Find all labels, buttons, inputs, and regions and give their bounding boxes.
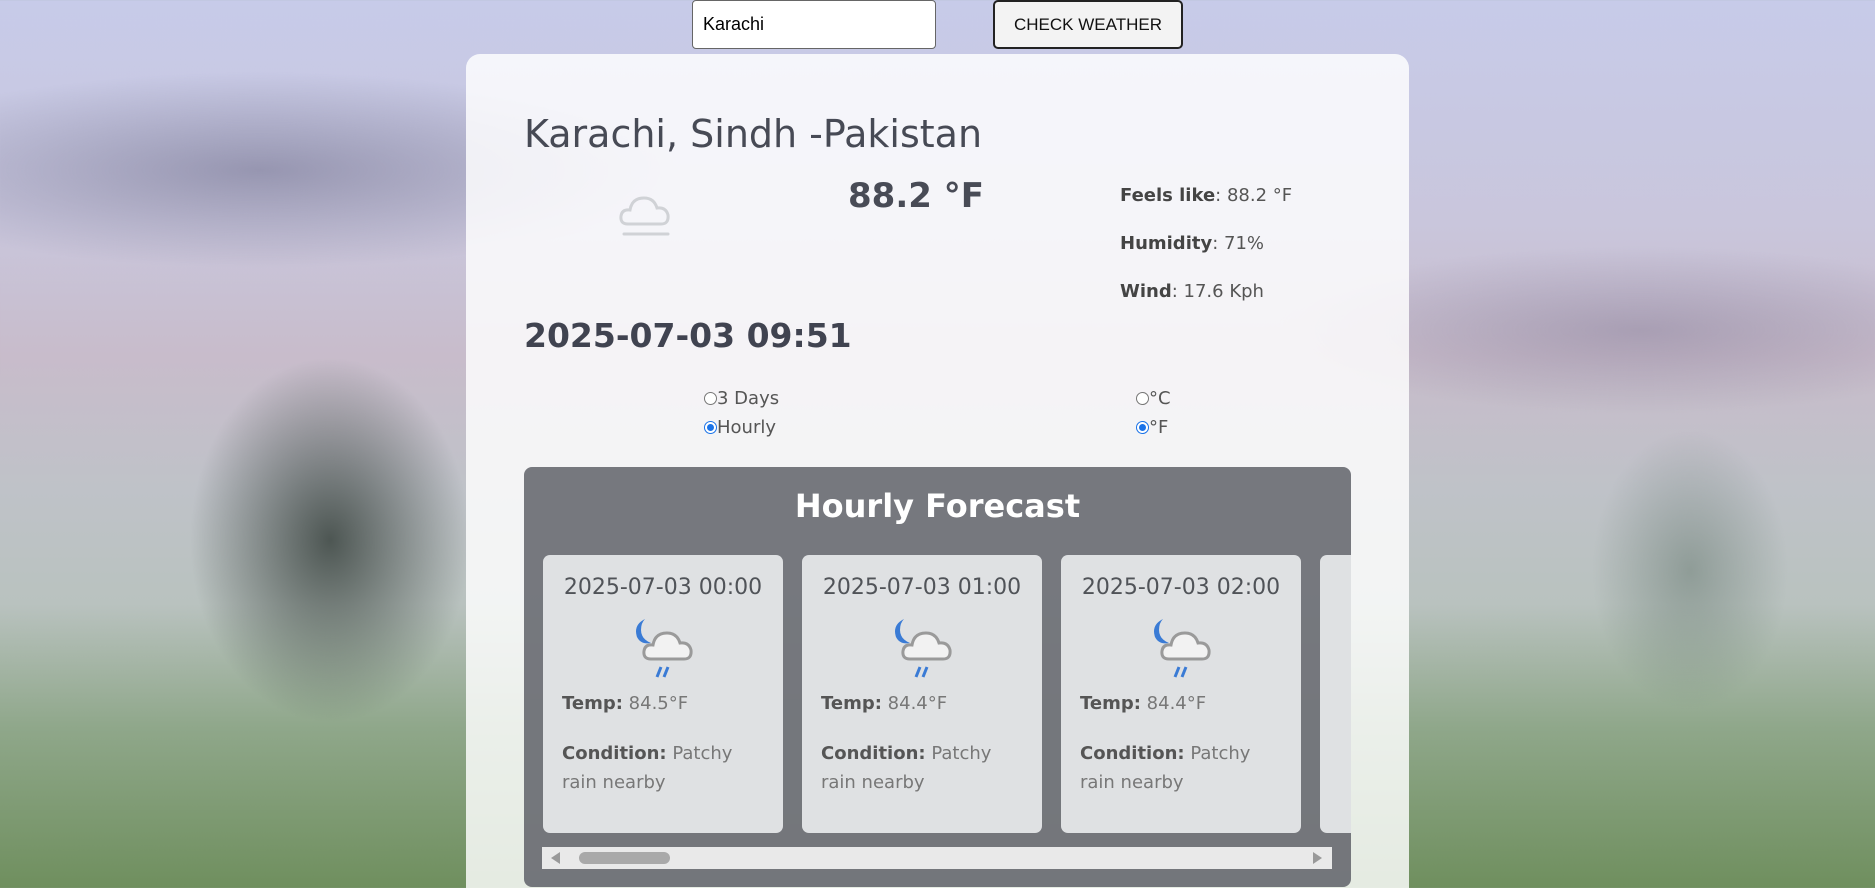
forecast-mode-radio-group: 3 Days Hourly bbox=[704, 384, 779, 442]
forecast-card-partial bbox=[1320, 555, 1351, 833]
weather-card: Karachi, Sindh -Pakistan 88.2 °F Feels l… bbox=[466, 54, 1409, 888]
forecast-card: 2025-07-03 00:00 Temp: 84.5°F Condition:… bbox=[543, 555, 783, 833]
scrollbar-thumb[interactable] bbox=[579, 852, 670, 864]
radio-button-celsius[interactable] bbox=[1136, 392, 1149, 405]
forecast-temp: Temp: 84.4°F bbox=[821, 693, 947, 714]
forecast-temp-label: Temp: bbox=[562, 693, 623, 714]
wind-label: Wind bbox=[1120, 281, 1172, 302]
forecast-temp-value: 84.5°F bbox=[628, 693, 689, 714]
forecast-card: 2025-07-03 01:00 Temp: 84.4°F Condition:… bbox=[802, 555, 1042, 833]
current-temperature: 88.2 °F bbox=[848, 176, 984, 216]
forecast-title: Hourly Forecast bbox=[794, 487, 1081, 525]
radio-option-3-days[interactable]: 3 Days bbox=[704, 384, 779, 413]
search-bar bbox=[692, 0, 936, 49]
feels-like-value: : 88.2 °F bbox=[1215, 185, 1293, 206]
radio-label-celsius[interactable]: °C bbox=[1149, 388, 1171, 409]
unit-radio-group: °C °F bbox=[1136, 384, 1171, 442]
forecast-condition: Condition: Patchy rain nearby bbox=[821, 739, 1031, 797]
humidity-row: Humidity: 71% bbox=[1120, 220, 1292, 268]
forecast-condition-label: Condition: bbox=[821, 743, 926, 764]
forecast-time: 2025-07-03 00:00 bbox=[563, 575, 763, 600]
forecast-condition: Condition: Patchy rain nearby bbox=[562, 739, 772, 797]
night-rain-icon bbox=[636, 619, 693, 678]
forecast-condition-label: Condition: bbox=[1080, 743, 1185, 764]
forecast-card: 2025-07-03 02:00 Temp: 84.4°F Condition:… bbox=[1061, 555, 1301, 833]
scroll-right-arrow-icon[interactable] bbox=[1313, 852, 1322, 864]
forecast-temp-value: 84.4°F bbox=[1146, 693, 1207, 714]
radio-button-hourly[interactable] bbox=[704, 421, 717, 434]
forecast-temp: Temp: 84.4°F bbox=[1080, 693, 1206, 714]
humidity-label: Humidity bbox=[1120, 233, 1213, 254]
forecast-scrollbar[interactable] bbox=[542, 847, 1332, 869]
hourly-forecast-panel: Hourly Forecast 2025-07-03 00:00 Temp: 8… bbox=[524, 467, 1351, 887]
forecast-time: 2025-07-03 02:00 bbox=[1081, 575, 1281, 600]
radio-button-3-days[interactable] bbox=[704, 392, 717, 405]
location-title: Karachi, Sindh -Pakistan bbox=[524, 112, 983, 156]
forecast-temp: Temp: 84.5°F bbox=[562, 693, 688, 714]
scroll-left-arrow-icon[interactable] bbox=[551, 852, 560, 864]
feels-like-label: Feels like bbox=[1120, 185, 1216, 206]
cloud-icon bbox=[619, 196, 670, 236]
check-weather-button[interactable]: CHECK WEATHER bbox=[993, 0, 1183, 49]
radio-option-hourly[interactable]: Hourly bbox=[704, 413, 779, 442]
humidity-value: : 71% bbox=[1212, 233, 1264, 254]
feels-like-row: Feels like: 88.2 °F bbox=[1120, 172, 1292, 220]
radio-option-celsius[interactable]: °C bbox=[1136, 384, 1171, 413]
wind-value: : 17.6 Kph bbox=[1171, 281, 1264, 302]
night-rain-icon bbox=[1154, 619, 1211, 678]
forecast-condition: Condition: Patchy rain nearby bbox=[1080, 739, 1290, 797]
radio-button-fahrenheit[interactable] bbox=[1136, 421, 1149, 434]
forecast-temp-label: Temp: bbox=[1080, 693, 1141, 714]
city-search-input[interactable] bbox=[692, 0, 936, 49]
wind-row: Wind: 17.6 Kph bbox=[1120, 268, 1292, 316]
local-datetime: 2025-07-03 09:51 bbox=[524, 316, 852, 355]
forecast-time: 2025-07-03 01:00 bbox=[822, 575, 1022, 600]
forecast-condition-label: Condition: bbox=[562, 743, 667, 764]
radio-label-3-days[interactable]: 3 Days bbox=[717, 388, 779, 409]
forecast-temp-value: 84.4°F bbox=[887, 693, 948, 714]
night-rain-icon bbox=[895, 619, 952, 678]
radio-label-fahrenheit[interactable]: °F bbox=[1149, 417, 1168, 438]
radio-option-fahrenheit[interactable]: °F bbox=[1136, 413, 1171, 442]
forecast-temp-label: Temp: bbox=[821, 693, 882, 714]
radio-label-hourly[interactable]: Hourly bbox=[717, 417, 776, 438]
weather-details: Feels like: 88.2 °F Humidity: 71% Wind: … bbox=[1120, 172, 1292, 316]
